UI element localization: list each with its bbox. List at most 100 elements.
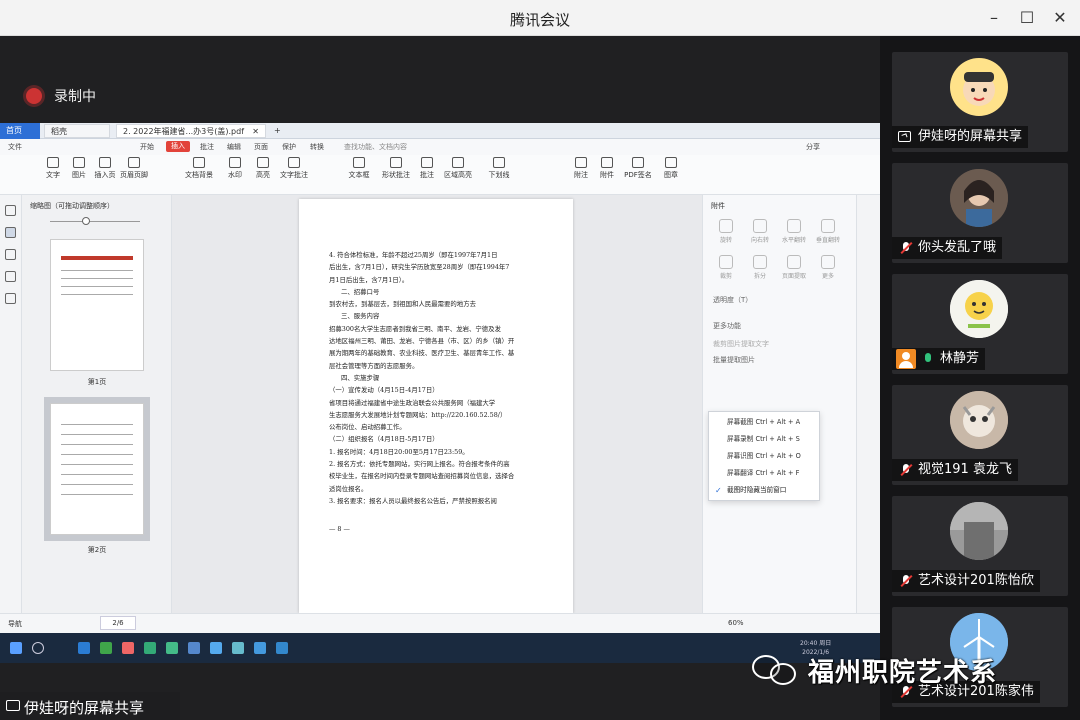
doc-line: 2. 报名方式：依托专题网站，实行网上报名。符合报考条件的高 bbox=[329, 460, 510, 469]
watermark-text: 福州职院艺术系 bbox=[808, 658, 998, 688]
status-bar: 导航 2/6 60% bbox=[0, 613, 880, 633]
screen-share-icon bbox=[6, 700, 20, 711]
doc-line: 1. 报名时间：4月18日20:00至5月17日23:59。 bbox=[329, 447, 469, 456]
rotate-icon[interactable]: 旋转 bbox=[709, 219, 743, 244]
crop-icon[interactable]: 裁剪 bbox=[709, 255, 743, 280]
doc-line: （一）宣传发动（4月15日-4月17日） bbox=[329, 386, 439, 395]
tool-highlight[interactable]: 高亮 bbox=[248, 157, 278, 180]
menu-screenshot[interactable]: 屏幕截图 Ctrl + Alt + A bbox=[709, 414, 821, 431]
tool-pdf-sign[interactable]: PDF签名 bbox=[620, 157, 656, 180]
opacity-label: 透明度（T） bbox=[713, 296, 753, 304]
menu-protect[interactable]: 保护 bbox=[282, 142, 296, 152]
avatar bbox=[950, 502, 1008, 560]
tool-underline[interactable]: 下划线 bbox=[482, 157, 516, 180]
app-icon-5[interactable] bbox=[254, 642, 266, 654]
os-taskbar: 20:40 周日 2022/1/6 bbox=[0, 633, 880, 663]
wechat-icon[interactable] bbox=[100, 642, 112, 654]
nav-label[interactable]: 导航 bbox=[8, 619, 22, 629]
close-icon[interactable]: ✕ bbox=[1050, 8, 1070, 28]
recording-indicator: 录制中 bbox=[26, 86, 96, 106]
menu-share[interactable]: 分享 bbox=[806, 142, 820, 152]
tool-text-annot[interactable]: 文字批注 bbox=[276, 157, 312, 180]
search-hint[interactable]: 查找功能、文档内容 bbox=[344, 142, 407, 152]
rotate-right-icon[interactable]: 向右转 bbox=[743, 219, 777, 244]
thumbnail-icon[interactable] bbox=[5, 227, 16, 238]
tab-pdf-document[interactable]: 2. 2022年福建省...办3号(盖).pdf ✕ bbox=[116, 124, 266, 138]
app-icon-6[interactable] bbox=[276, 642, 288, 654]
screen-share-icon bbox=[898, 131, 911, 142]
menu-page[interactable]: 页面 bbox=[254, 142, 268, 152]
participant-tile[interactable]: 艺术设计201陈怡欣 bbox=[892, 496, 1068, 596]
tool-area-highlight[interactable]: 区域高亮 bbox=[440, 157, 476, 180]
tool-watermark[interactable]: 水印 bbox=[220, 157, 250, 180]
participant-tile[interactable]: 视觉191 袁龙飞 bbox=[892, 385, 1068, 485]
participant-tile[interactable]: 伊娃呀的屏幕共享 bbox=[892, 52, 1068, 152]
app-icon-1[interactable] bbox=[122, 642, 134, 654]
menu-convert[interactable]: 转换 bbox=[310, 142, 324, 152]
search-icon[interactable] bbox=[32, 642, 44, 654]
minimize-icon[interactable]: – bbox=[984, 8, 1004, 28]
tool-stamp[interactable]: 图章 bbox=[656, 157, 686, 180]
host-person-icon bbox=[896, 349, 916, 369]
tool-doc-bg[interactable]: 文档背景 bbox=[180, 157, 218, 180]
tab-home[interactable]: 首页 bbox=[0, 123, 40, 139]
tool-insert-page[interactable]: 插入页 bbox=[90, 157, 120, 180]
flip-v-icon[interactable]: 垂直翻转 bbox=[811, 219, 845, 244]
meeting-window: 腾讯会议 – ☐ ✕ 录制中 首页 稻壳 2. 2022年福建省...办3号(盖… bbox=[0, 0, 1080, 720]
doc-line: 生志愿服务大发展地计划专题网站：http://220.160.52.58/） bbox=[329, 410, 507, 419]
left-tool-strip bbox=[0, 195, 22, 613]
pdf-tab-bar: 首页 稻壳 2. 2022年福建省...办3号(盖).pdf ✕ + bbox=[0, 123, 880, 139]
right-tool-strip bbox=[856, 195, 880, 613]
doc-line: 到农村去，到基层去，到祖国和人民最需要的地方去 bbox=[329, 300, 476, 309]
participant-tile[interactable]: 你头发乱了哦 bbox=[892, 163, 1068, 263]
meeting-icon[interactable] bbox=[188, 642, 200, 654]
close-tab-icon[interactable]: ✕ bbox=[252, 125, 259, 139]
page-thumbnail-1[interactable] bbox=[50, 239, 144, 371]
participant-name-bar: 艺术设计201陈怡欣 bbox=[892, 570, 1040, 592]
doc-line: 4. 符合体检标准，年龄不超过25周岁（即在1997年7月1日 bbox=[329, 251, 498, 259]
thumb-zoom-slider[interactable] bbox=[82, 217, 90, 225]
batch-extract-item[interactable]: 批量提取图片 bbox=[713, 355, 755, 365]
doc-line: 达地区福州三明、莆田、龙岩、宁德各县（市、区）的乡（镇）开 bbox=[329, 337, 515, 346]
zoom-level[interactable]: 60% bbox=[728, 619, 744, 627]
comment-icon[interactable] bbox=[5, 249, 16, 260]
tool-textbox[interactable]: 文本框 bbox=[340, 157, 378, 180]
app-icon-2[interactable] bbox=[166, 642, 178, 654]
menu-annotate[interactable]: 批注 bbox=[200, 142, 214, 152]
tool-annot[interactable]: 批注 bbox=[412, 157, 442, 180]
edge-icon[interactable] bbox=[78, 642, 90, 654]
tool-shape-annot[interactable]: 形状批注 bbox=[376, 157, 416, 180]
maximize-icon[interactable]: ☐ bbox=[1017, 8, 1037, 28]
menu-start[interactable]: 开始 bbox=[140, 142, 154, 152]
participant-tile[interactable]: 林静芳 bbox=[892, 274, 1068, 374]
more-icon[interactable]: 更多 bbox=[811, 255, 845, 280]
shared-screen: 首页 稻壳 2. 2022年福建省...办3号(盖).pdf ✕ + 文件 开始 … bbox=[0, 123, 880, 663]
attachment-icon[interactable] bbox=[5, 271, 16, 282]
page-number-input[interactable]: 2/6 bbox=[100, 616, 136, 630]
tab-docer[interactable]: 稻壳 bbox=[44, 124, 110, 138]
split-icon[interactable]: 拆分 bbox=[743, 255, 777, 280]
doc-line: 3. 报名要求：报名人员以最终报名公告后，严禁按照报名阅 bbox=[329, 496, 497, 505]
layers-icon[interactable] bbox=[5, 293, 16, 304]
ocr-item[interactable]: 裁剪图片提取文字 bbox=[713, 339, 769, 349]
start-icon[interactable] bbox=[10, 642, 22, 654]
app-icon-3[interactable] bbox=[210, 642, 222, 654]
menu-hide-window[interactable]: ✓ 截图时隐藏当前窗口 bbox=[709, 482, 821, 499]
menu-screen-translate[interactable]: 屏幕翻译 Ctrl + Alt + F bbox=[709, 465, 821, 482]
menu-insert[interactable]: 插入 bbox=[166, 141, 190, 152]
menu-screen-record[interactable]: 屏幕录制 Ctrl + Alt + S bbox=[709, 431, 821, 448]
page-footer: — 8 — bbox=[329, 525, 350, 534]
app-icon-4[interactable] bbox=[232, 642, 244, 654]
bookmark-icon[interactable] bbox=[5, 205, 16, 216]
tool-attachment[interactable]: 附件 bbox=[592, 157, 622, 180]
new-tab-icon[interactable]: + bbox=[268, 124, 287, 138]
page-thumbnail-2[interactable] bbox=[44, 397, 150, 541]
flip-h-icon[interactable]: 水平翻转 bbox=[777, 219, 811, 244]
chrome-icon[interactable] bbox=[144, 642, 156, 654]
doc-line: 适岗位报名。 bbox=[329, 484, 368, 493]
menu-screen-ocr[interactable]: 屏幕识图 Ctrl + Alt + O bbox=[709, 448, 821, 465]
menu-file[interactable]: 文件 bbox=[8, 142, 22, 152]
extract-page-icon[interactable]: 页面提取 bbox=[777, 255, 811, 280]
menu-edit[interactable]: 编辑 bbox=[227, 142, 241, 152]
doc-line: 三、服务内容 bbox=[341, 312, 380, 321]
